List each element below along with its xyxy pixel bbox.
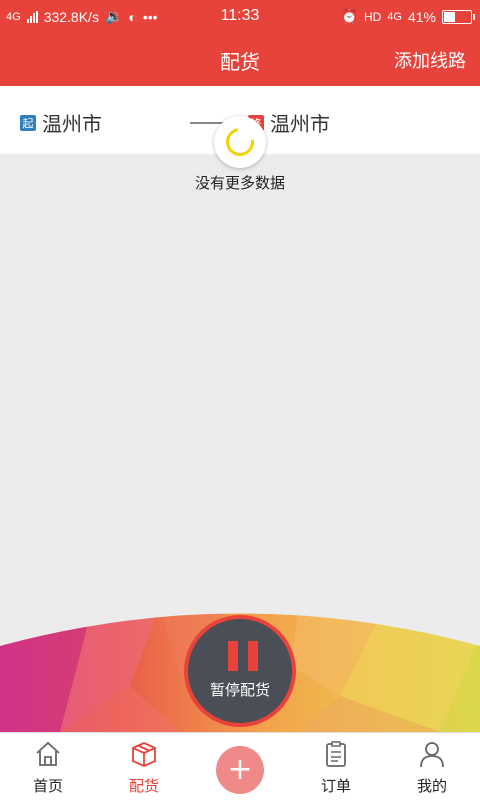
alarm-icon: ⏰ — [340, 8, 358, 24]
plus-icon[interactable]: + — [216, 746, 264, 794]
from-city: 温州市 — [42, 112, 102, 136]
user-icon — [384, 739, 480, 769]
box-icon — [96, 739, 192, 769]
spinner-ring-icon — [220, 122, 260, 162]
start-badge: 起 — [20, 114, 36, 131]
status-right: ⏰ HD 4G 41% — [340, 8, 475, 25]
tab-dispatch-label: 配货 — [128, 777, 159, 795]
to-city: 温州市 — [270, 112, 330, 136]
battery-icon — [442, 9, 475, 24]
battery-percent: 41% — [407, 8, 436, 25]
add-route-button[interactable]: 添加线路 — [394, 47, 466, 73]
tab-home[interactable]: 首页 — [0, 733, 96, 801]
pause-dispatch-button[interactable]: 暂停配货 — [184, 615, 296, 727]
pause-dispatch-label: 暂停配货 — [209, 681, 270, 699]
empty-list-text: 没有更多数据 — [194, 174, 285, 192]
tab-home-label: 首页 — [32, 777, 63, 795]
pause-icon — [228, 641, 258, 671]
tab-profile[interactable]: 我的 — [384, 733, 480, 801]
tab-dispatch[interactable]: 配货 — [96, 733, 192, 801]
tab-orders[interactable]: 订单 — [288, 733, 384, 801]
status-bar: 4G 332.8K/s 🔉 ◐ ••• 11:33 ⏰ HD 4G 41% — [0, 0, 480, 33]
tab-orders-label: 订单 — [320, 777, 351, 795]
clipboard-icon — [288, 739, 384, 769]
network-right: 4G — [387, 10, 402, 23]
header-bar: 配货 添加线路 — [0, 33, 480, 86]
loading-spinner — [214, 116, 266, 168]
home-icon — [0, 739, 96, 769]
tab-profile-label: 我的 — [416, 777, 447, 795]
route-from[interactable]: 起 温州市 — [20, 108, 102, 137]
hd-label: HD — [363, 9, 382, 24]
